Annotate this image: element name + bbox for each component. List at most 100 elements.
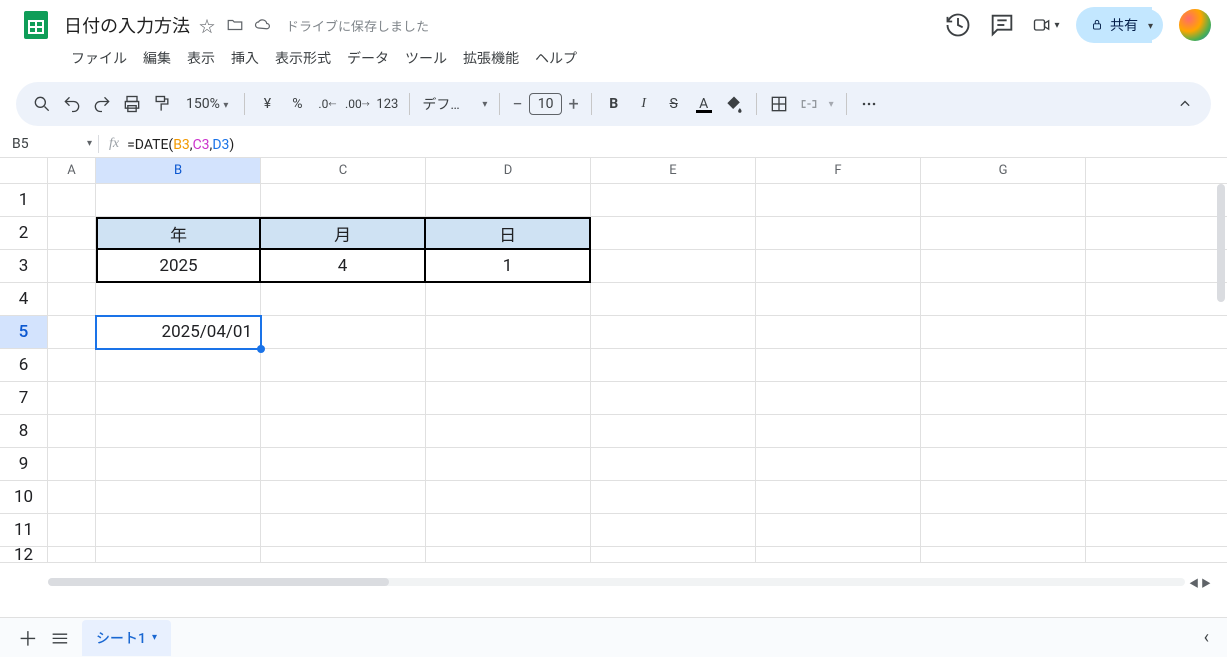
menu-format[interactable]: 表示形式	[268, 44, 338, 72]
font-dropdown-icon[interactable]: ▾	[482, 99, 487, 110]
cell-C8[interactable]	[261, 415, 426, 448]
cell-C4[interactable]	[261, 283, 426, 316]
cell-B2[interactable]: 年	[96, 217, 261, 250]
cell-G11[interactable]	[921, 514, 1086, 547]
cell-E9[interactable]	[591, 448, 756, 481]
cell-A2[interactable]	[48, 217, 96, 250]
italic-icon[interactable]: I	[634, 94, 654, 114]
row-header-4[interactable]: 4	[0, 283, 48, 316]
cell-F1[interactable]	[756, 184, 921, 217]
zoom-select[interactable]: 150% ▾	[182, 96, 232, 112]
cell-D9[interactable]	[426, 448, 591, 481]
row-header-7[interactable]: 7	[0, 382, 48, 415]
menu-view[interactable]: 表示	[180, 44, 222, 72]
cell-G3[interactable]	[921, 250, 1086, 283]
paint-format-icon[interactable]	[152, 94, 172, 114]
scroll-left-icon[interactable]: ◀	[1189, 575, 1199, 589]
col-header-A[interactable]: A	[48, 158, 96, 184]
increase-decimal-icon[interactable]: .00→	[347, 94, 367, 114]
cell-E11[interactable]	[591, 514, 756, 547]
cell-G5[interactable]	[921, 316, 1086, 349]
col-header-D[interactable]: D	[426, 158, 591, 184]
row-header-9[interactable]: 9	[0, 448, 48, 481]
cell-A6[interactable]	[48, 349, 96, 382]
cell-E1[interactable]	[591, 184, 756, 217]
borders-icon[interactable]	[769, 94, 789, 114]
cell-F11[interactable]	[756, 514, 921, 547]
cell-D8[interactable]	[426, 415, 591, 448]
cell-D7[interactable]	[426, 382, 591, 415]
cell-F9[interactable]	[756, 448, 921, 481]
strike-icon[interactable]: S	[664, 94, 684, 114]
cell-extra3[interactable]	[1086, 250, 1227, 283]
cell-G6[interactable]	[921, 349, 1086, 382]
col-header-F[interactable]: F	[756, 158, 921, 184]
cell-G2[interactable]	[921, 217, 1086, 250]
cell-B6[interactable]	[96, 349, 261, 382]
cell-A4[interactable]	[48, 283, 96, 316]
cloud-icon[interactable]	[254, 16, 272, 34]
number-format-icon[interactable]: 123	[377, 94, 397, 114]
cell-extra4[interactable]	[1086, 283, 1227, 316]
increase-font-icon[interactable]: +	[568, 94, 578, 115]
vertical-scrollbar[interactable]	[1215, 184, 1227, 576]
col-header-G[interactable]: G	[921, 158, 1086, 184]
more-icon[interactable]	[859, 94, 879, 114]
cell-extra7[interactable]	[1086, 382, 1227, 415]
row-header-1[interactable]: 1	[0, 184, 48, 217]
cell-B12[interactable]	[96, 547, 261, 563]
percent-icon[interactable]: %	[287, 94, 307, 114]
sheet-tab-1[interactable]: シート1 ▾	[82, 620, 171, 656]
cell-F8[interactable]	[756, 415, 921, 448]
cell-B10[interactable]	[96, 481, 261, 514]
cell-extra10[interactable]	[1086, 481, 1227, 514]
horizontal-scrollbar[interactable]: ◀▶	[48, 576, 1211, 588]
cell-C12[interactable]	[261, 547, 426, 563]
row-header-12[interactable]: 12	[0, 547, 48, 563]
avatar[interactable]	[1179, 9, 1211, 41]
cell-C1[interactable]	[261, 184, 426, 217]
cell-D5[interactable]	[426, 316, 591, 349]
cell-G9[interactable]	[921, 448, 1086, 481]
decrease-decimal-icon[interactable]: .0←	[317, 94, 337, 114]
cell-A12[interactable]	[48, 547, 96, 563]
col-header-extra[interactable]	[1086, 158, 1227, 184]
cell-A5[interactable]	[48, 316, 96, 349]
cell-C11[interactable]	[261, 514, 426, 547]
cell-D11[interactable]	[426, 514, 591, 547]
fill-color-icon[interactable]	[724, 94, 744, 114]
cell-A9[interactable]	[48, 448, 96, 481]
cell-B4[interactable]	[96, 283, 261, 316]
cell-D12[interactable]	[426, 547, 591, 563]
move-icon[interactable]	[226, 16, 244, 34]
row-header-2[interactable]: 2	[0, 217, 48, 250]
cell-extra1[interactable]	[1086, 184, 1227, 217]
sheet-tab-menu-icon[interactable]: ▾	[152, 632, 157, 643]
cell-F6[interactable]	[756, 349, 921, 382]
cell-D6[interactable]	[426, 349, 591, 382]
redo-icon[interactable]	[92, 94, 112, 114]
cell-E10[interactable]	[591, 481, 756, 514]
cell-C9[interactable]	[261, 448, 426, 481]
cell-A10[interactable]	[48, 481, 96, 514]
cell-G7[interactable]	[921, 382, 1086, 415]
menu-tools[interactable]: ツール	[398, 44, 454, 72]
cell-C2[interactable]: 月	[261, 217, 426, 250]
merge-dropdown-icon[interactable]: ▾	[829, 99, 834, 110]
row-header-10[interactable]: 10	[0, 481, 48, 514]
select-all-corner[interactable]	[0, 158, 48, 184]
all-sheets-icon[interactable]: ≡	[50, 623, 70, 652]
comments-icon[interactable]	[988, 11, 1016, 39]
cell-extra9[interactable]	[1086, 448, 1227, 481]
cell-F5[interactable]	[756, 316, 921, 349]
cell-E6[interactable]	[591, 349, 756, 382]
cell-F10[interactable]	[756, 481, 921, 514]
cell-F2[interactable]	[756, 217, 921, 250]
name-box[interactable]: B5 ▾	[12, 136, 92, 152]
cell-D2[interactable]: 日	[426, 217, 591, 250]
bold-icon[interactable]: B	[604, 94, 624, 114]
cell-D10[interactable]	[426, 481, 591, 514]
undo-icon[interactable]	[62, 94, 82, 114]
cell-A3[interactable]	[48, 250, 96, 283]
decrease-font-icon[interactable]: −	[512, 94, 522, 115]
